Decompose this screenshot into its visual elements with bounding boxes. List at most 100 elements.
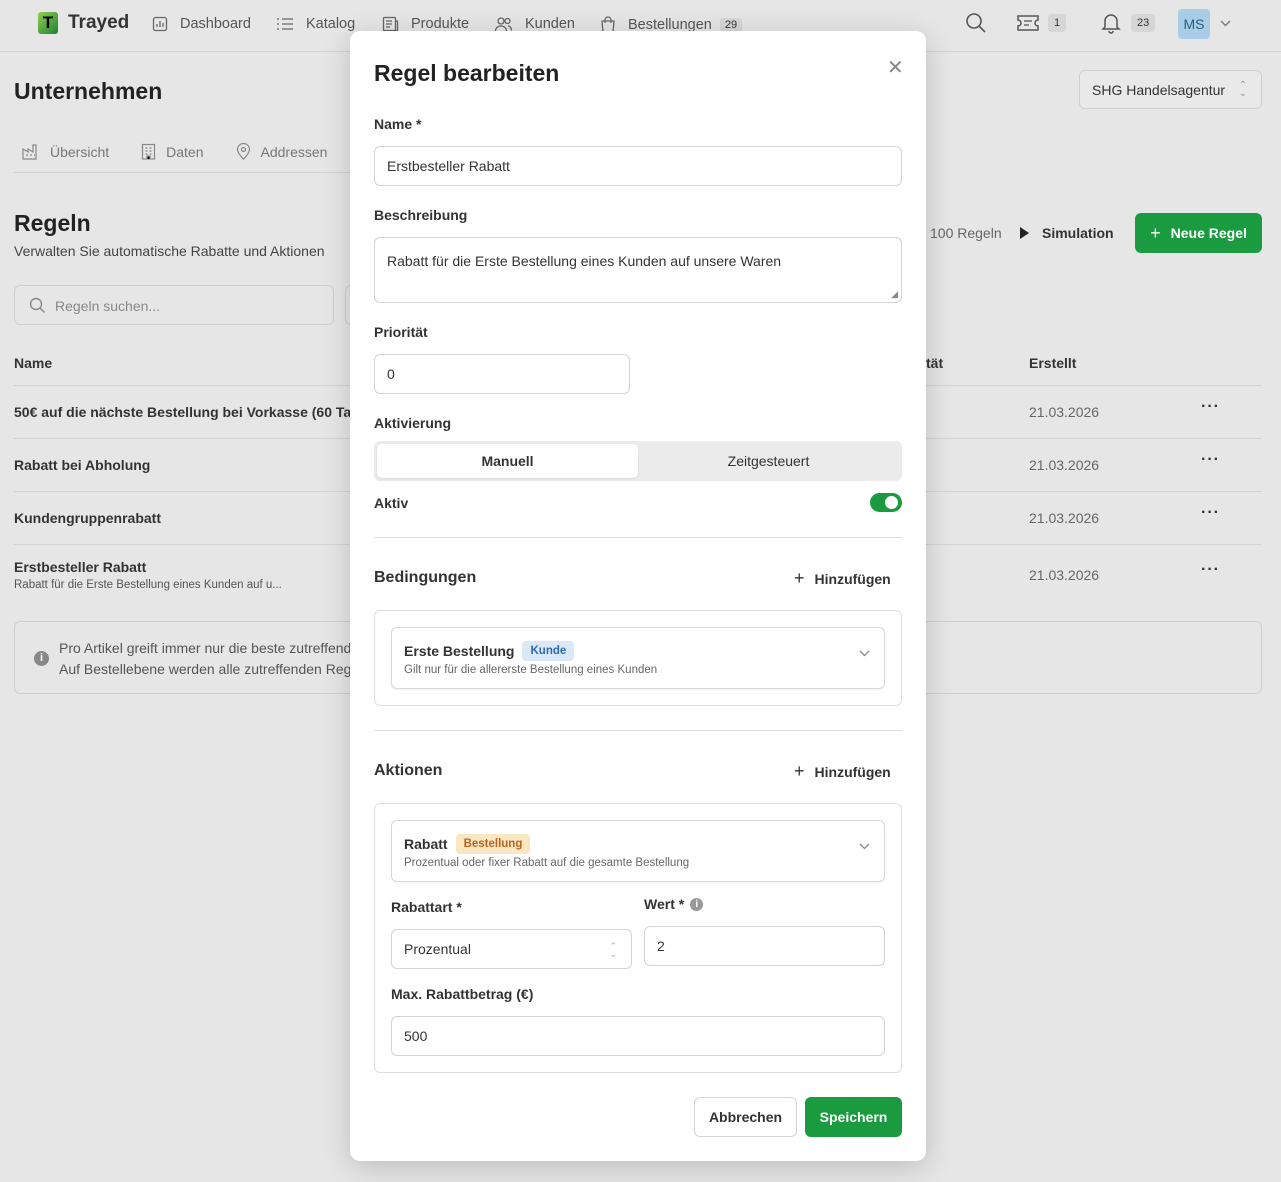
new-rule-button[interactable]: + Neue Regel (1135, 213, 1262, 253)
condition-description: Gilt nur für die allererste Bestellung e… (404, 664, 658, 676)
condition-card[interactable]: Erste Bestellung Kunde Gilt nur für die … (391, 627, 885, 689)
add-action-label: Hinzufügen (814, 763, 891, 780)
search-icon (29, 297, 45, 313)
more-options-icon[interactable]: ··· (1201, 561, 1220, 579)
condition-tag: Kunde (522, 641, 575, 661)
tab-uebersicht[interactable]: Übersicht (22, 143, 109, 160)
rule-row-created: 21.03.2026 (1029, 510, 1100, 526)
value-input[interactable]: 2 (644, 926, 885, 966)
bell-icon[interactable] (1101, 12, 1121, 34)
column-header-priority[interactable]: tät (926, 355, 943, 371)
plus-icon: + (794, 761, 805, 781)
rules-search-input[interactable]: Regeln suchen... (14, 285, 334, 325)
section-divider (374, 730, 902, 731)
rule-row-name[interactable]: Erstbesteller Rabatt (14, 559, 146, 575)
chart-icon (152, 16, 168, 32)
value-input-value: 2 (657, 938, 665, 954)
tab-label: Übersicht (50, 143, 110, 160)
cancel-button[interactable]: Abbrechen (694, 1097, 797, 1137)
condition-title: Erste Bestellung (404, 643, 515, 659)
more-options-icon[interactable]: ··· (1201, 398, 1220, 416)
priority-label: Priorität (374, 324, 428, 340)
segment-zeitgesteuert[interactable]: Zeitgesteuert (638, 444, 899, 478)
discount-type-label: Rabattart * (391, 899, 462, 915)
value-label: Wert * (644, 896, 685, 912)
condition-title-row: Erste Bestellung Kunde (404, 641, 575, 661)
chevron-down-icon[interactable] (859, 843, 870, 850)
description-textarea[interactable]: Rabatt für die Erste Bestellung eines Ku… (374, 237, 902, 303)
page-tabs: Übersicht Daten Addressen (22, 143, 359, 160)
discount-type-value: Prozentual (404, 941, 471, 957)
actions-title: Aktionen (374, 762, 443, 779)
column-header-name[interactable]: Name (14, 355, 52, 371)
active-toggle[interactable] (870, 493, 902, 512)
tab-label: Daten (166, 143, 204, 160)
max-discount-input[interactable]: 500 (391, 1016, 885, 1056)
chevron-down-icon[interactable] (859, 650, 870, 657)
action-card[interactable]: Rabatt Bestellung Prozentual oder fixer … (391, 820, 885, 882)
company-select[interactable]: SHG Handelsagentur ⌃ ⌄ (1079, 70, 1262, 109)
info-icon[interactable]: i (690, 897, 704, 911)
simulation-label: Simulation (1042, 225, 1114, 241)
avatar[interactable]: MS (1178, 9, 1210, 39)
rules-subtitle: Verwalten Sie automatische Rabatte und A… (14, 243, 325, 259)
search-icon[interactable] (965, 12, 987, 34)
nav-item-label: Produkte (411, 16, 470, 32)
rule-row-created: 21.03.2026 (1029, 404, 1100, 420)
nav-item-dashboard[interactable]: Dashboard (152, 16, 251, 32)
brand-logo[interactable]: T Trayed (38, 12, 129, 34)
add-action-button[interactable]: + Hinzufügen (794, 761, 891, 782)
activation-segmented-control: Manuell Zeitgesteuert (374, 441, 902, 481)
tabs-divider (14, 172, 354, 173)
more-options-icon[interactable]: ··· (1201, 451, 1220, 469)
nav-item-kunden[interactable]: Kunden (494, 16, 575, 32)
rule-row-name[interactable]: Rabatt bei Abholung (14, 457, 150, 473)
search-placeholder: Regeln suchen... (55, 298, 161, 314)
nav-item-label: Dashboard (180, 16, 251, 32)
rule-row-created: 21.03.2026 (1029, 567, 1100, 583)
action-title: Rabatt (404, 836, 448, 852)
rule-row-name[interactable]: Kundengruppenrabatt (14, 510, 161, 526)
toggle-knob (885, 496, 898, 509)
play-icon (1020, 227, 1029, 239)
rule-row-created: 21.03.2026 (1029, 457, 1100, 473)
rules-title: Regeln (14, 210, 91, 236)
active-label: Aktiv (374, 495, 409, 511)
nav-item-produkte[interactable]: Produkte (382, 16, 469, 32)
more-options-icon[interactable]: ··· (1201, 504, 1220, 522)
close-icon[interactable]: ✕ (887, 55, 904, 80)
ticket-icon[interactable] (1016, 14, 1040, 32)
action-title-row: Rabatt Bestellung (404, 834, 531, 854)
tab-daten[interactable]: Daten (141, 143, 204, 160)
plus-icon: + (794, 568, 805, 588)
name-input[interactable]: Erstbesteller Rabatt (374, 146, 902, 186)
nav-item-label: Kunden (525, 16, 575, 32)
conditions-title: Bedingungen (374, 569, 477, 586)
section-divider (374, 537, 902, 538)
description-label: Beschreibung (374, 207, 468, 223)
select-chevrons-icon: ⌃ ⌄ (609, 941, 617, 959)
cart-badge: 1 (1048, 14, 1067, 32)
factory-icon (22, 144, 37, 160)
building-icon (142, 143, 156, 160)
add-condition-button[interactable]: + Hinzufügen (794, 568, 891, 589)
simulation-button[interactable]: Simulation (1020, 225, 1114, 241)
rule-row-description: Rabatt für die Erste Bestellung eines Ku… (14, 579, 282, 591)
users-icon (494, 17, 513, 32)
resize-grip-icon[interactable]: ◢ (891, 289, 898, 300)
priority-input[interactable]: 0 (374, 354, 630, 394)
edit-rule-modal: Regel bearbeiten ✕ Name * Erstbesteller … (350, 31, 926, 1161)
column-header-created[interactable]: Erstellt (1029, 355, 1076, 371)
rule-row-name[interactable]: 50€ auf die nächste Bestellung bei Vorka… (14, 404, 368, 420)
plus-icon: + (1150, 222, 1161, 243)
save-button[interactable]: Speichern (805, 1097, 902, 1137)
discount-type-select[interactable]: Prozentual ⌃ ⌄ (391, 929, 632, 969)
page-title: Unternehmen (14, 78, 163, 104)
chevron-down-icon[interactable] (1220, 20, 1231, 27)
newspaper-icon (382, 16, 399, 32)
info-text-line1: Pro Artikel greift immer nur die beste z… (59, 640, 352, 656)
add-condition-label: Hinzufügen (814, 570, 891, 587)
nav-item-katalog[interactable]: Katalog (276, 16, 355, 32)
segment-manuell[interactable]: Manuell (377, 444, 638, 478)
tab-addressen[interactable]: Addressen (236, 143, 327, 160)
